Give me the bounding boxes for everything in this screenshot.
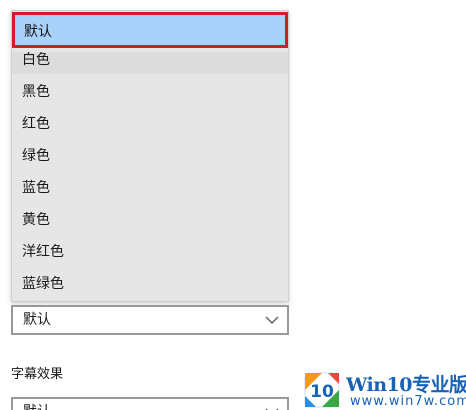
dropdown-option[interactable]: 绿色 bbox=[12, 140, 288, 172]
watermark-url: www.win7w.com bbox=[350, 394, 466, 409]
page: 默认 白色 黑色 红色 绿色 蓝色 黄色 洋红色 蓝绿色 默认 字幕效果 10 … bbox=[0, 0, 466, 410]
dropdown-option-label: 默认 bbox=[24, 24, 52, 40]
combobox-value: 默认 bbox=[23, 312, 51, 328]
dropdown-option-label: 洋红色 bbox=[22, 244, 64, 260]
dropdown-option-label: 绿色 bbox=[22, 148, 50, 164]
chevron-down-icon bbox=[265, 316, 279, 324]
dropdown-option-default[interactable]: 默认 bbox=[12, 12, 288, 48]
dropdown-option[interactable]: 洋红色 bbox=[12, 236, 288, 268]
dropdown-option-label: 黑色 bbox=[22, 84, 50, 100]
caption-effects-combobox[interactable]: 默认 bbox=[11, 397, 289, 410]
dropdown-option[interactable]: 蓝色 bbox=[12, 172, 288, 204]
watermark-title: Win10专业版 bbox=[346, 374, 466, 396]
win10-logo-icon: 10 bbox=[304, 372, 340, 408]
svg-text:10: 10 bbox=[310, 382, 334, 402]
dropdown-option[interactable]: 黑色 bbox=[12, 76, 288, 108]
dropdown-option[interactable]: 红色 bbox=[12, 108, 288, 140]
dropdown-option-label: 白色 bbox=[22, 52, 50, 68]
combobox-value: 默认 bbox=[23, 399, 51, 410]
dropdown-option[interactable]: 蓝绿色 bbox=[12, 268, 288, 300]
dropdown-option-label: 蓝绿色 bbox=[22, 276, 64, 292]
caption-effects-label: 字幕效果 bbox=[11, 367, 64, 382]
chevron-down-icon bbox=[265, 408, 279, 410]
dropdown-option[interactable]: 黄色 bbox=[12, 204, 288, 236]
dropdown-option-label: 蓝色 bbox=[22, 180, 50, 196]
color-dropdown-list[interactable]: 默认 白色 黑色 红色 绿色 蓝色 黄色 洋红色 蓝绿色 bbox=[11, 10, 289, 302]
dropdown-option-label: 黄色 bbox=[22, 212, 50, 228]
watermark: 10 Win10专业版 www.win7w.com bbox=[300, 368, 466, 410]
color-combobox[interactable]: 默认 bbox=[11, 305, 289, 335]
dropdown-option-label: 红色 bbox=[22, 116, 50, 132]
dropdown-option[interactable]: 白色 bbox=[12, 52, 288, 74]
